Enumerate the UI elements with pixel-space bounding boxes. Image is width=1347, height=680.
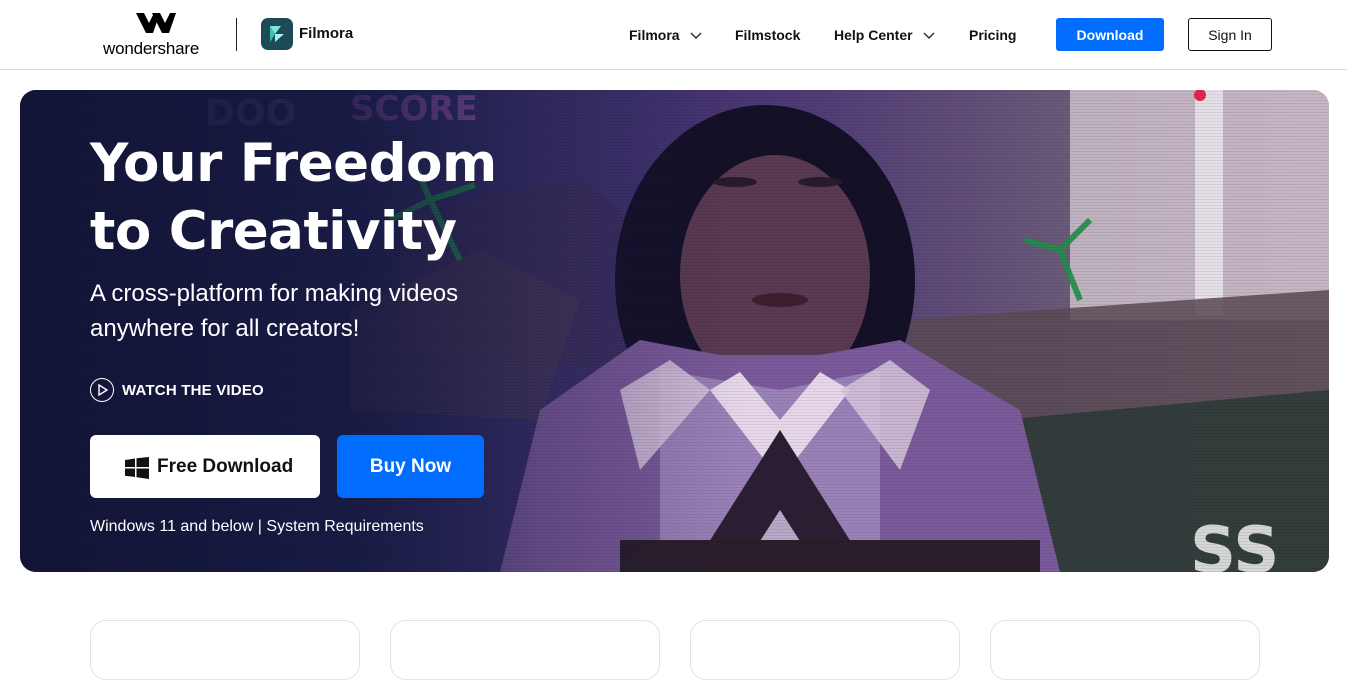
wondershare-wordmark: wondershare [103, 39, 200, 58]
watch-video-label: WATCH THE VIDEO [122, 382, 264, 399]
hero-subtitle: A cross-platform for making videos anywh… [90, 276, 550, 346]
wondershare-logo[interactable]: wondershare [103, 13, 211, 59]
free-download-button[interactable]: Free Download [90, 435, 320, 498]
filmora-logo-icon [261, 18, 293, 50]
nav-filmora[interactable]: Filmora [629, 26, 702, 44]
nav-filmstock-label: Filmstock [735, 27, 801, 43]
chevron-down-icon [923, 32, 935, 40]
nav-filmora-label: Filmora [629, 27, 680, 43]
hero-title-line-2: to Creativity [90, 201, 457, 262]
filmora-product-name: Filmora [299, 25, 354, 42]
windows-icon [125, 457, 149, 479]
system-requirements-note: Windows 11 and below | System Requiremen… [90, 518, 424, 536]
wondershare-logo-icon [136, 13, 176, 33]
hero-banner: DOO SCORE SS Your Freedom to Creativity … [20, 90, 1329, 572]
feature-card-4[interactable] [990, 620, 1260, 680]
nav-help-center[interactable]: Help Center [834, 26, 935, 44]
nav-pricing-label: Pricing [969, 27, 1017, 43]
header-download-button[interactable]: Download [1056, 18, 1164, 51]
free-download-label: Free Download [157, 456, 294, 477]
hero-subtitle-line-1: A cross-platform for making videos [90, 280, 459, 307]
nav-help-center-label: Help Center [834, 27, 913, 43]
feature-card-3[interactable] [690, 620, 960, 680]
hero-title-line-1: Your Freedom [90, 133, 497, 194]
nav-filmstock[interactable]: Filmstock [735, 26, 800, 44]
os-compat-note: Windows 11 and below [90, 518, 254, 535]
sign-in-button[interactable]: Sign In [1188, 18, 1272, 51]
sysreq-separator: | [253, 518, 267, 535]
logo-divider [236, 18, 237, 51]
feature-card-1[interactable] [90, 620, 360, 680]
chevron-down-icon [690, 32, 702, 40]
hero-subtitle-line-2: anywhere for all creators! [90, 315, 360, 342]
play-circle-icon [90, 378, 114, 402]
nav-pricing[interactable]: Pricing [969, 26, 1016, 44]
filmora-logo[interactable]: Filmora [261, 18, 381, 50]
system-requirements-link[interactable]: System Requirements [266, 518, 423, 535]
buy-now-button[interactable]: Buy Now [337, 435, 484, 498]
hero-title: Your Freedom to Creativity [90, 130, 570, 266]
feature-card-2[interactable] [390, 620, 660, 680]
site-header: wondershare Filmora Filmora Filmstock He… [0, 0, 1347, 70]
